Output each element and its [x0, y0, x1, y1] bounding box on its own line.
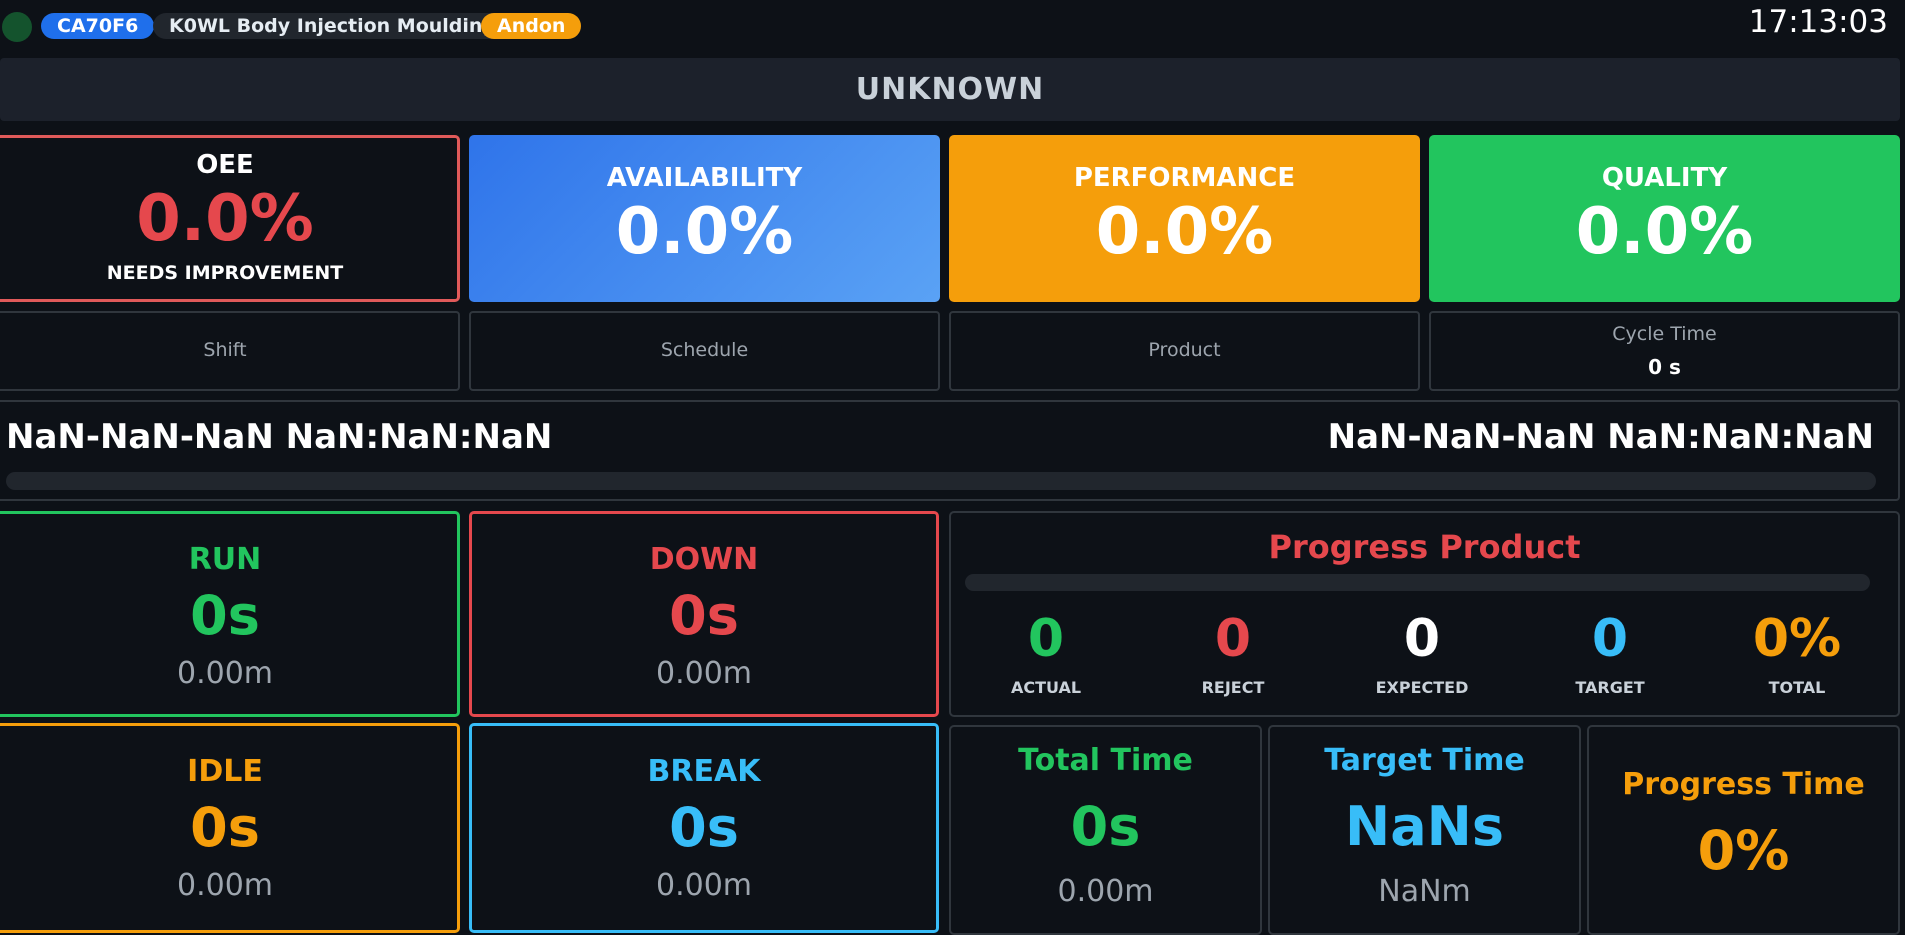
oee-card: OEE 0.0% NEEDS IMPROVEMENT	[0, 135, 460, 302]
cycle-time-label: Cycle Time	[1612, 323, 1717, 345]
run-label: RUN	[188, 542, 262, 577]
schedule-label: Schedule	[660, 339, 749, 361]
product-label: Product	[1148, 339, 1221, 361]
product-cell: Product	[949, 311, 1420, 391]
progress-product-bar	[965, 574, 1870, 591]
target-label: TARGET	[1575, 678, 1645, 697]
reject-label: REJECT	[1201, 678, 1265, 697]
idle-tile: IDLE 0s 0.00m	[0, 723, 460, 933]
actual-value: 0	[1027, 609, 1065, 669]
cycle-time-value: 0 s	[1648, 355, 1681, 379]
progress-time-label: Progress Time	[1622, 767, 1865, 802]
down-tile: DOWN 0s 0.00m	[469, 511, 939, 717]
reject-stat: 0 REJECT	[1143, 608, 1323, 697]
break-minutes: 0.00m	[655, 868, 753, 903]
idle-minutes: 0.00m	[176, 868, 274, 903]
oee-value: 0.0%	[136, 182, 314, 256]
total-value: 0%	[1752, 609, 1842, 669]
schedule-cell: Schedule	[469, 311, 940, 391]
down-minutes: 0.00m	[655, 656, 753, 691]
target-time-label: Target Time	[1324, 743, 1525, 778]
timeline-end: NaN-NaN-NaN NaN:NaN:NaN	[1327, 417, 1874, 457]
shift-cell: Shift	[0, 311, 460, 391]
run-minutes: 0.00m	[176, 656, 274, 691]
timeline-progress-bar	[6, 472, 1876, 490]
shift-label: Shift	[203, 339, 247, 361]
expected-value: 0	[1403, 609, 1441, 669]
reject-value: 0	[1214, 609, 1252, 669]
total-stat: 0% TOTAL	[1707, 608, 1887, 697]
oee-label: OEE	[196, 150, 254, 180]
break-seconds: 0s	[669, 796, 739, 859]
break-tile: BREAK 0s 0.00m	[469, 723, 939, 933]
break-label: BREAK	[647, 754, 761, 789]
progress-time-tile: Progress Time 0%	[1587, 725, 1900, 935]
total-time-seconds: 0s	[1070, 795, 1141, 858]
down-label: DOWN	[649, 542, 759, 577]
progress-product-title: Progress Product	[1268, 528, 1581, 566]
clock: 17:13:03	[1748, 4, 1888, 40]
total-time-label: Total Time	[1018, 743, 1193, 778]
total-label: TOTAL	[1768, 678, 1826, 697]
machine-code-badge[interactable]: CA70F6	[41, 13, 155, 39]
expected-stat: 0 EXPECTED	[1332, 608, 1512, 697]
expected-label: EXPECTED	[1375, 678, 1469, 697]
machine-state-banner: UNKNOWN	[0, 58, 1900, 121]
availability-label: AVAILABILITY	[606, 163, 803, 193]
idle-label: IDLE	[187, 754, 263, 789]
performance-label: PERFORMANCE	[1073, 163, 1296, 193]
performance-value: 0.0%	[1095, 195, 1274, 269]
timeline-start: NaN-NaN-NaN NaN:NaN:NaN	[6, 417, 553, 457]
progress-time-value: 0%	[1697, 819, 1790, 882]
down-seconds: 0s	[669, 584, 739, 647]
total-time-minutes: 0.00m	[1057, 874, 1154, 909]
target-value: 0	[1591, 609, 1629, 669]
availability-card: AVAILABILITY 0.0%	[469, 135, 940, 302]
top-bar: CA70F6 K0WL Body Injection Moulding Ando…	[0, 0, 1905, 52]
run-tile: RUN 0s 0.00m	[0, 511, 460, 717]
quality-label: QUALITY	[1601, 163, 1728, 193]
idle-seconds: 0s	[190, 796, 260, 859]
quality-card: QUALITY 0.0%	[1429, 135, 1900, 302]
run-seconds: 0s	[190, 584, 260, 647]
quality-value: 0.0%	[1575, 195, 1754, 269]
cycle-time-cell: Cycle Time 0 s	[1429, 311, 1900, 391]
actual-stat: 0 ACTUAL	[956, 608, 1136, 697]
availability-value: 0.0%	[615, 195, 794, 269]
target-stat: 0 TARGET	[1520, 608, 1700, 697]
progress-product-panel: Progress Product 0 ACTUAL 0 REJECT 0 EXP…	[949, 511, 1900, 717]
target-time-tile: Target Time NaNs NaNm	[1268, 725, 1581, 935]
shift-timeline: NaN-NaN-NaN NaN:NaN:NaN NaN-NaN-NaN NaN:…	[0, 400, 1900, 501]
target-time-minutes: NaNm	[1378, 874, 1471, 909]
andon-status-badge[interactable]: Andon	[481, 13, 582, 39]
oee-rating: NEEDS IMPROVEMENT	[106, 262, 344, 284]
connection-status-dot	[2, 12, 32, 42]
actual-label: ACTUAL	[1010, 678, 1082, 697]
target-time-seconds: NaNs	[1345, 795, 1504, 858]
machine-name-badge[interactable]: K0WL Body Injection Moulding	[153, 13, 513, 39]
performance-card: PERFORMANCE 0.0%	[949, 135, 1420, 302]
total-time-tile: Total Time 0s 0.00m	[949, 725, 1262, 935]
